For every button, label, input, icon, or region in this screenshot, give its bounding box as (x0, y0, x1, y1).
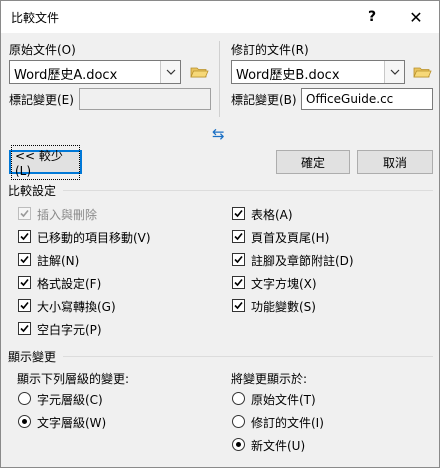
title-bar: 比較文件 ? ✕ (1, 1, 439, 33)
checkbox-label[interactable]: 頁首及頁尾(H) (251, 229, 329, 246)
checkbox[interactable] (232, 207, 245, 220)
checkbox-label[interactable]: 功能變數(S) (251, 298, 316, 315)
radio-label[interactable]: 文字層級(W) (37, 414, 106, 431)
show-changes-title: 顯示變更 (8, 350, 57, 364)
checkbox[interactable] (18, 299, 31, 312)
radio-button[interactable] (18, 415, 31, 428)
less-button[interactable]: << 較少(L) (9, 144, 82, 180)
radio-label[interactable]: 新文件(U) (251, 437, 305, 454)
revised-document-value: Word歷史B.docx (236, 68, 340, 83)
radio-button[interactable] (232, 392, 245, 405)
cancel-button[interactable]: 取消 (357, 150, 433, 174)
checkbox-label[interactable]: 註腳及章節附註(D) (251, 252, 354, 269)
revised-label-changes-field[interactable]: OfficeGuide.cc (301, 88, 433, 110)
checkbox-label[interactable]: 註解(N) (37, 252, 79, 269)
section-divider (63, 190, 433, 191)
radio-label[interactable]: 字元層級(C) (37, 391, 103, 408)
checkbox-label[interactable]: 空白字元(P) (37, 321, 102, 338)
ok-button-label: 確定 (300, 155, 325, 170)
radio-button[interactable] (232, 438, 245, 451)
compare-documents-dialog: 比較文件 ? ✕ 原始文件(O) Word歷史A.docx 標記變更(E) 修訂… (0, 0, 440, 468)
radio-label[interactable]: 原始文件(T) (251, 391, 316, 408)
checkbox-label: 插入與刪除 (37, 208, 98, 222)
checkbox[interactable] (18, 322, 31, 335)
ok-button[interactable]: 確定 (276, 150, 350, 174)
swap-documents-icon[interactable]: ⇆ (212, 125, 225, 143)
checkbox-label[interactable]: 格式設定(F) (37, 275, 101, 292)
checkbox-label[interactable]: 大小寫轉換(G) (37, 298, 116, 315)
original-document-combo[interactable]: Word歷史A.docx (9, 60, 181, 84)
column-divider (219, 41, 220, 117)
revised-document-label: 修訂的文件(R) (231, 43, 309, 57)
radio-button[interactable] (232, 415, 245, 428)
radio-selected-dot (22, 419, 27, 424)
less-button-label: << 較少(L) (11, 144, 80, 180)
cancel-button-label: 取消 (382, 155, 407, 170)
original-document-label: 原始文件(O) (9, 43, 76, 57)
checkbox[interactable] (232, 230, 245, 243)
original-label-changes-field[interactable] (79, 88, 211, 110)
checkbox[interactable] (232, 253, 245, 266)
section-divider (63, 356, 433, 357)
revised-label-changes-label: 標記變更(B) (231, 93, 297, 107)
chevron-down-icon[interactable] (160, 61, 180, 83)
folder-open-icon[interactable] (189, 62, 209, 82)
radio-label[interactable]: 修訂的文件(I) (251, 414, 324, 431)
chevron-down-icon[interactable] (384, 61, 404, 83)
revised-label-changes-value: OfficeGuide.cc (306, 92, 394, 106)
help-button[interactable]: ? (353, 3, 391, 31)
comparison-settings-title: 比較設定 (8, 184, 57, 198)
folder-open-icon[interactable] (412, 62, 432, 82)
revised-document-combo[interactable]: Word歷史B.docx (231, 60, 405, 84)
original-label-changes-label: 標記變更(E) (9, 93, 74, 107)
checkbox-label[interactable]: 文字方塊(X) (251, 275, 317, 292)
checkbox[interactable] (232, 276, 245, 289)
checkbox[interactable] (18, 230, 31, 243)
close-button[interactable]: ✕ (397, 3, 435, 31)
radio-selected-dot (236, 442, 241, 447)
show-changes-in-label: 將變更顯示於: (231, 372, 308, 386)
original-document-value: Word歷史A.docx (14, 68, 118, 83)
show-changes-at-label: 顯示下列層級的變更: (17, 372, 130, 386)
checkbox-label[interactable]: 表格(A) (251, 206, 293, 223)
dialog-title: 比較文件 (11, 11, 60, 25)
checkbox[interactable] (18, 276, 31, 289)
checkbox (18, 207, 31, 220)
checkbox[interactable] (18, 253, 31, 266)
radio-button[interactable] (18, 392, 31, 405)
checkbox[interactable] (232, 299, 245, 312)
checkbox-label[interactable]: 已移動的項目移動(V) (37, 229, 151, 246)
